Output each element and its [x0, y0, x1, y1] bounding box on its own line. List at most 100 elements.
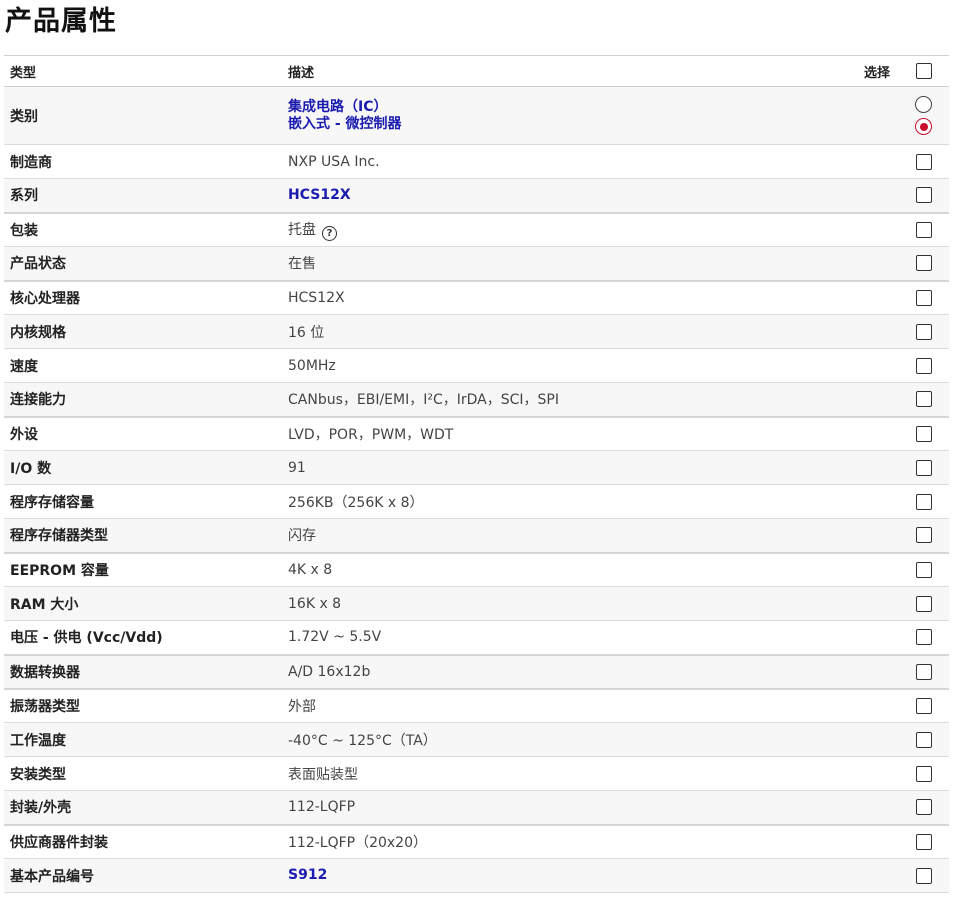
attr-label-speed: 速度 — [10, 358, 38, 375]
header-type: 类型 — [4, 55, 288, 87]
attr-link-base-product-number[interactable]: S912 — [288, 867, 327, 883]
attr-label-core-size: 内核规格 — [4, 314, 288, 349]
select-checkbox-data-converters[interactable] — [915, 663, 932, 680]
attr-label-series: 系列 — [4, 178, 288, 213]
select-checkbox-mounting-type[interactable] — [915, 765, 932, 782]
select-checkbox-program-memory-size[interactable] — [915, 493, 932, 510]
attr-label-ram-size: RAM 大小 — [4, 586, 288, 621]
select-checkbox-operating-temperature[interactable] — [915, 731, 932, 748]
table-row: 程序存储容量 256KB（256K x 8） — [4, 485, 949, 519]
attr-label-voltage-supply: 电压 - 供电 (Vcc/Vdd) — [10, 630, 163, 647]
attr-label-peripherals: 外设 — [10, 426, 38, 443]
table-row: 振荡器类型 外部 — [4, 689, 949, 723]
attr-value-program-memory-size: 256KB（256K x 8） — [288, 485, 818, 519]
question-circle-icon[interactable]: ? — [322, 225, 337, 241]
attr-label-core-processor: 核心处理器 — [10, 290, 80, 307]
attr-label-program-memory-size: 程序存储容量 — [10, 494, 94, 511]
attr-label-program-memory-type: 程序存储器类型 — [4, 518, 288, 553]
select-checkbox-core-processor[interactable] — [915, 289, 932, 306]
attr-link-series[interactable]: HCS12X — [288, 187, 351, 203]
table-row: 电压 - 供电 (Vcc/Vdd) 1.72V ~ 5.5V — [4, 621, 949, 655]
attr-value-oscillator-type: 外部 — [288, 689, 818, 723]
table-row: 连接能力 CANbus，EBI/EMI，I²C，IrDA，SCI，SPI — [4, 382, 949, 417]
select-checkbox-voltage-supply[interactable] — [915, 629, 932, 646]
table-row: 封装/外壳 112-LQFP — [4, 790, 949, 825]
select-checkbox-series[interactable] — [915, 187, 932, 204]
attr-value-package-case: 112-LQFP — [288, 790, 818, 825]
select-checkbox-eeprom-size[interactable] — [915, 561, 932, 578]
category-radio-group — [915, 96, 932, 135]
select-checkbox-package[interactable] — [915, 221, 932, 238]
select-checkbox-ram-size[interactable] — [915, 595, 932, 612]
attr-text-voltage-supply: 1.72V ~ 5.5V — [288, 629, 382, 646]
attr-text-program-memory-size: 256KB（256K x 8） — [288, 494, 424, 511]
attr-text-io-count: 91 — [288, 459, 306, 476]
select-checkbox-product-status[interactable] — [915, 255, 932, 272]
attr-text-oscillator-type: 外部 — [288, 698, 316, 715]
table-header-row: 类型 描述 选择 — [4, 55, 949, 87]
attr-text-data-converters: A/D 16x12b — [288, 663, 371, 680]
page-title: 产品属性 — [5, 6, 117, 37]
attr-value-eeprom-size: 4K x 8 — [288, 553, 818, 587]
table-row: 包装 托盘? — [4, 213, 949, 247]
attr-value-data-converters: A/D 16x12b — [288, 654, 818, 689]
select-checkbox-package-case[interactable] — [915, 799, 932, 816]
attr-label-mounting-type: 安装类型 — [10, 766, 66, 783]
attr-value-manufacturer: NXP USA Inc. — [288, 145, 818, 179]
table-row: 工作温度 -40°C ~ 125°C（TA） — [4, 722, 949, 757]
attr-label-io-count: I/O 数 — [4, 450, 288, 485]
attr-value-operating-temperature: -40°C ~ 125°C（TA） — [288, 722, 818, 757]
select-checkbox-connectivity[interactable] — [915, 391, 932, 408]
attr-text-peripherals: LVD，POR，PWM，WDT — [288, 426, 454, 443]
select-checkbox-core-size[interactable] — [915, 323, 932, 340]
select-checkbox-peripherals[interactable] — [915, 425, 932, 442]
attr-value-core-size: 16 位 — [288, 314, 818, 349]
attr-label-package-case: 封装/外壳 — [4, 790, 288, 825]
attr-value-peripherals: LVD，POR，PWM，WDT — [288, 417, 818, 451]
select-checkbox-io-count[interactable] — [915, 459, 932, 476]
table-row: 基本产品编号 S912 — [4, 858, 949, 893]
attr-text-eeprom-size: 4K x 8 — [288, 561, 333, 578]
select-checkbox-base-product-number[interactable] — [915, 867, 932, 884]
category-radio-1[interactable] — [915, 118, 932, 135]
attr-value-package: 托盘? — [288, 213, 818, 247]
attr-text-operating-temperature: -40°C ~ 125°C（TA） — [288, 732, 437, 749]
attr-label-package: 包装 — [10, 222, 38, 239]
select-checkbox-program-memory-type[interactable] — [915, 527, 932, 544]
select-checkbox-oscillator-type[interactable] — [915, 697, 932, 714]
attr-text-core-size: 16 位 — [288, 324, 325, 341]
attr-link-category-1[interactable]: 嵌入式 - 微控制器 — [288, 116, 818, 133]
product-attributes-table: 类型 描述 选择 类别 集成电路（IC） 嵌入式 - 微控制器 制造商 NXP USA … — [4, 55, 949, 893]
select-checkbox-supplier-device-package[interactable] — [915, 833, 932, 850]
attr-label-supplier-device-package: 供应商器件封装 — [10, 834, 108, 851]
table-row: 内核规格 16 位 — [4, 314, 949, 349]
attr-value-category: 集成电路（IC） 嵌入式 - 微控制器 — [288, 86, 818, 145]
table-row: 产品状态 在售 — [4, 246, 949, 281]
select-checkbox-speed[interactable] — [915, 357, 932, 374]
attr-value-ram-size: 16K x 8 — [288, 586, 818, 621]
select-checkbox-manufacturer[interactable] — [915, 153, 932, 170]
attr-link-category-0[interactable]: 集成电路（IC） — [288, 99, 818, 116]
attr-value-program-memory-type: 闪存 — [288, 518, 818, 553]
table-row: 外设 LVD，POR，PWM，WDT — [4, 417, 949, 451]
table-row: 速度 50MHz — [4, 349, 949, 383]
attr-value-mounting-type: 表面贴装型 — [288, 757, 818, 791]
attr-text-product-status: 在售 — [288, 256, 316, 273]
attr-label-operating-temperature: 工作温度 — [4, 722, 288, 757]
attr-text-manufacturer: NXP USA Inc. — [288, 153, 380, 170]
attr-value-voltage-supply: 1.72V ~ 5.5V — [288, 621, 818, 655]
table-row: 类别 集成电路（IC） 嵌入式 - 微控制器 — [4, 86, 949, 145]
category-radio-0[interactable] — [915, 96, 932, 113]
attr-text-mounting-type: 表面贴装型 — [288, 766, 358, 783]
table-row: 数据转换器 A/D 16x12b — [4, 654, 949, 689]
attr-text-connectivity: CANbus，EBI/EMI，I²C，IrDA，SCI，SPI — [288, 392, 559, 409]
attr-text-ram-size: 16K x 8 — [288, 595, 342, 612]
attr-text-package-case: 112-LQFP — [288, 799, 356, 816]
table-row: 制造商 NXP USA Inc. — [4, 145, 949, 179]
select-all-checkbox[interactable] — [915, 63, 932, 79]
attr-label-base-product-number: 基本产品编号 — [4, 858, 288, 893]
attr-value-product-status: 在售 — [288, 246, 818, 281]
attr-value-speed: 50MHz — [288, 349, 818, 383]
table-row: 供应商器件封装 112-LQFP（20x20） — [4, 825, 949, 859]
attr-text-program-memory-type: 闪存 — [288, 528, 316, 545]
